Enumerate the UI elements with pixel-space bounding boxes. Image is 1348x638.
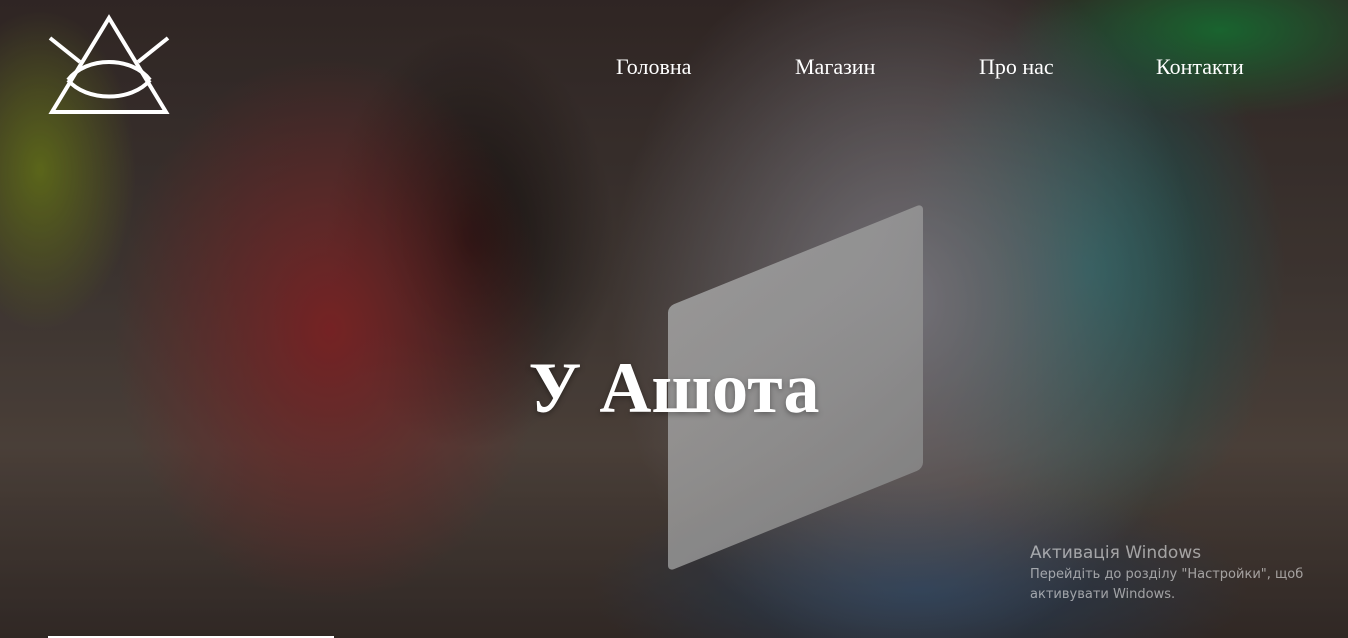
- hero-title: У Ашота: [528, 348, 820, 428]
- watermark-line-2: активувати Windows.: [1030, 587, 1176, 602]
- windows-activation-watermark: Активація Windows Перейдіть до розділу "…: [1030, 541, 1330, 605]
- watermark-line-1: Перейдіть до розділу "Настройки", щоб: [1030, 567, 1304, 582]
- nav-link-about[interactable]: Про нас: [979, 52, 1054, 82]
- nav-link-contacts[interactable]: Контакти: [1156, 52, 1244, 82]
- nav-link-home[interactable]: Головна: [616, 52, 691, 82]
- main-nav: Головна Магазин Про нас Контакти: [0, 52, 1348, 82]
- nav-link-shop[interactable]: Магазин: [795, 52, 875, 82]
- watermark-title: Активація Windows: [1030, 543, 1202, 563]
